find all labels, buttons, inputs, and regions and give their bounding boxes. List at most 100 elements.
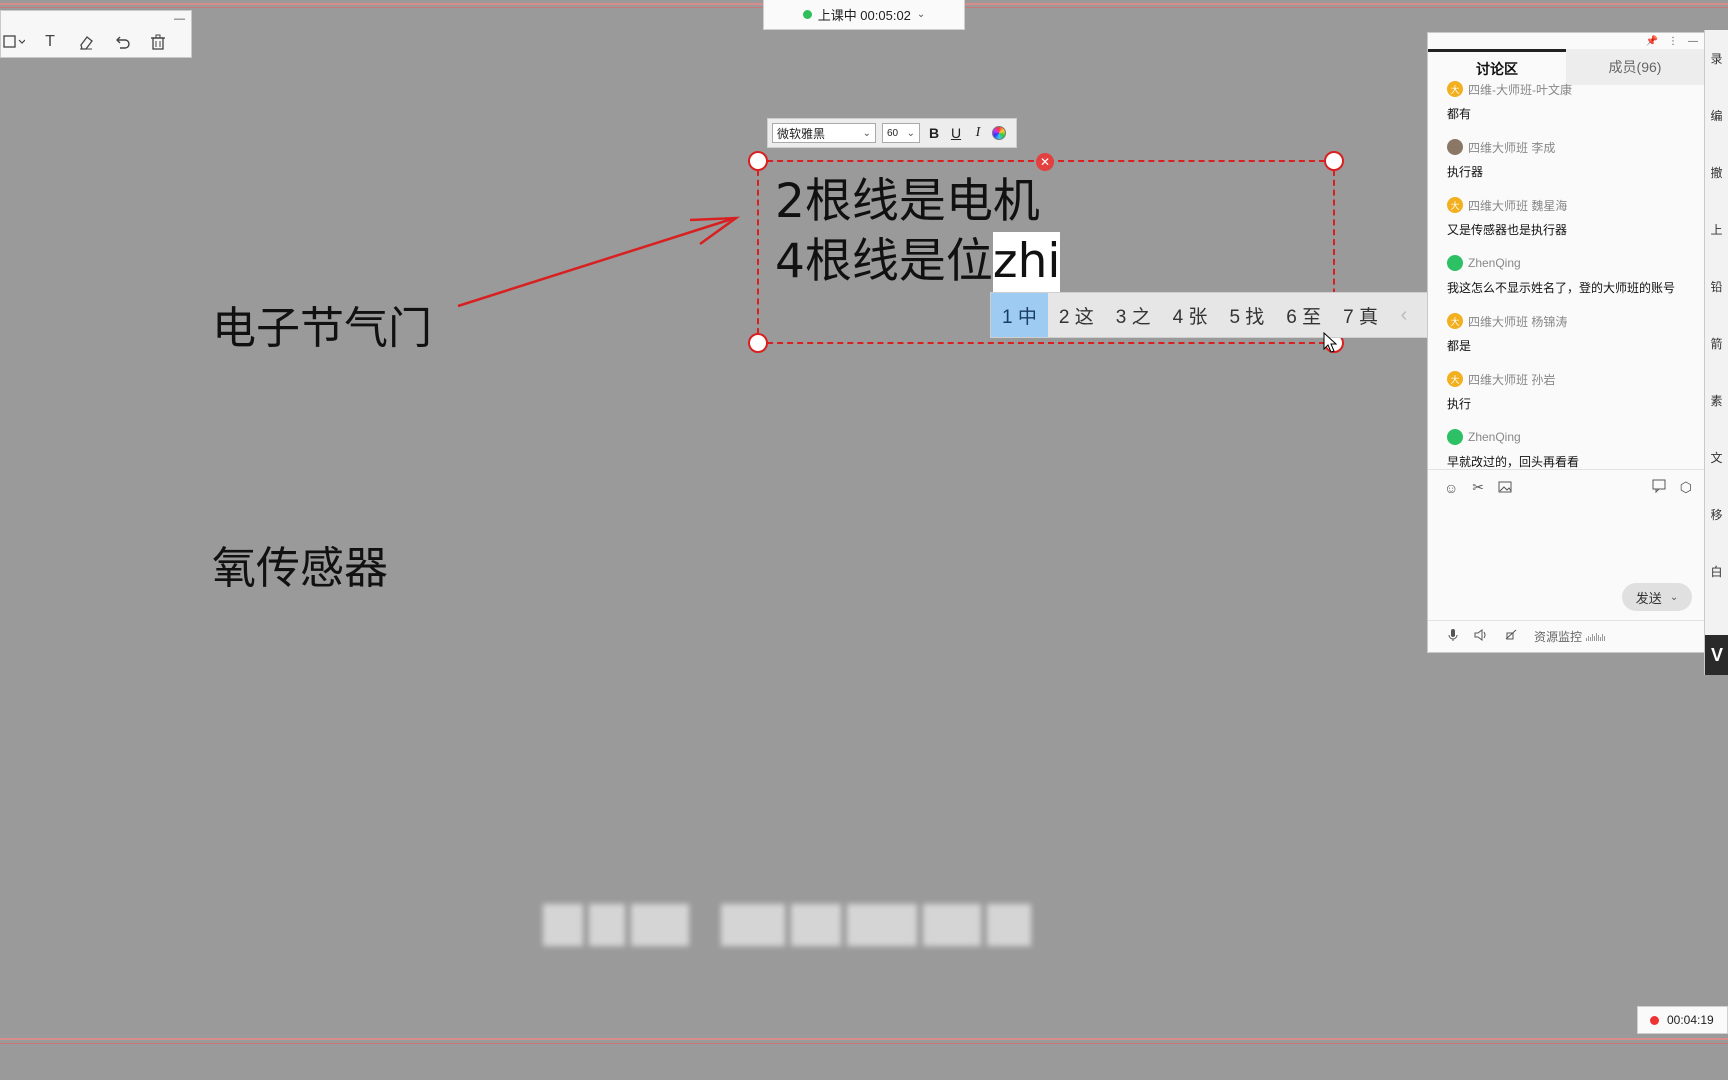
canvas-label-throttle: 电子节气门 <box>212 303 432 354</box>
chat-input-toolbar: ☺ ✂ ⬡ <box>1428 469 1704 505</box>
italic-button[interactable]: I <box>970 124 986 142</box>
side-tool-item[interactable]: 铅 <box>1705 258 1728 315</box>
chat-bubble-icon[interactable] <box>1652 479 1666 496</box>
font-family-select[interactable]: 微软雅黑 ⌄ <box>772 123 876 143</box>
side-tool-item[interactable]: 素 <box>1705 372 1728 429</box>
chat-username: 四维大师班 杨锦涛 <box>1468 314 1568 329</box>
resize-handle-top-right[interactable] <box>1324 151 1344 171</box>
tab-members[interactable]: 成员(96) <box>1566 49 1704 85</box>
class-status-label: 上课中 00:05:02 <box>817 8 911 23</box>
resource-monitor-text: 资源监控 <box>1534 630 1583 644</box>
screen-border-bottom <box>0 1038 1728 1040</box>
chat-message-header: 大四维大师班 杨锦涛 <box>1447 311 1704 331</box>
chat-message: ZhenQing 早就改过的，回头再看看 <box>1447 427 1704 469</box>
toolbar-minimize-button[interactable]: — <box>174 13 185 25</box>
chevron-down-icon: ⌄ <box>862 127 871 139</box>
text-tool-icon[interactable]: T <box>39 31 61 53</box>
chat-message-header: 大四维大师班 魏星海 <box>1447 195 1704 215</box>
font-size-value: 60 <box>887 127 899 139</box>
avatar[interactable] <box>1447 255 1463 271</box>
chat-message: 大四维-大师班-叶文康 都有 <box>1447 79 1704 122</box>
live-indicator-icon <box>802 10 812 19</box>
resize-handle-bottom-left[interactable] <box>748 333 768 353</box>
chat-panel: 📌 ⋮ — 讨论区 成员(96) 大四维-大师班-叶文康 都有 四维大师班 李成 执行… <box>1427 32 1705 653</box>
ime-candidate[interactable]: 4 张 <box>1162 293 1219 337</box>
side-tool-item[interactable]: 编 <box>1705 87 1728 144</box>
avatar[interactable]: 大 <box>1447 81 1463 97</box>
side-tool-item[interactable]: 文 <box>1705 429 1728 486</box>
settings-hex-icon[interactable]: ⬡ <box>1680 479 1692 496</box>
ime-candidate[interactable]: 1 中 <box>991 293 1048 337</box>
bold-button[interactable]: B <box>926 124 942 142</box>
chat-message-header: 大四维大师班 孙岩 <box>1447 369 1704 389</box>
chat-username: 四维大师班 魏星海 <box>1468 198 1568 213</box>
text-committed: 4根线是位 <box>775 234 993 289</box>
send-button[interactable]: 发送 ⌄ <box>1622 583 1692 611</box>
ime-candidate[interactable]: 7 真 <box>1332 293 1389 337</box>
camera-off-icon[interactable] <box>1504 629 1518 644</box>
chat-username: 四维大师班 孙岩 <box>1468 372 1556 387</box>
avatar[interactable]: 大 <box>1447 313 1463 329</box>
mouse-cursor-icon <box>1323 332 1338 353</box>
pin-icon[interactable]: 📌 <box>1646 36 1658 47</box>
chat-message-text: 都有 <box>1447 107 1472 121</box>
drawing-toolbar: — T <box>0 10 192 58</box>
recording-time: 00:04:19 <box>1667 1013 1714 1027</box>
chat-message-text: 早就改过的，回头再看看 <box>1447 455 1580 469</box>
chevron-down-icon: ⌄ <box>906 127 915 139</box>
recording-indicator-icon <box>1650 1015 1659 1025</box>
chat-message-text: 都是 <box>1447 339 1472 353</box>
ime-candidate[interactable]: 3 之 <box>1105 293 1162 337</box>
ime-candidate[interactable]: 6 至 <box>1275 293 1332 337</box>
font-size-select[interactable]: 60 ⌄ <box>882 123 920 143</box>
canvas-label-oxygen-sensor: 氧传感器 <box>212 543 388 594</box>
chat-message: 大四维大师班 孙岩执行 <box>1447 369 1704 412</box>
chat-message-list[interactable]: 大四维-大师班-叶文康 都有 四维大师班 李成 执行器大四维大师班 魏星海 又是传感器也… <box>1428 79 1704 469</box>
text-box-content[interactable]: 2根线是电机 4根线是位zhi <box>775 172 1061 293</box>
side-tool-item[interactable]: 录 <box>1705 30 1728 87</box>
chat-message-header: ZhenQing <box>1447 427 1704 447</box>
eraser-tool-icon[interactable] <box>75 31 97 53</box>
emoji-icon[interactable]: ☺ <box>1444 480 1458 496</box>
avatar[interactable]: 大 <box>1447 197 1463 213</box>
avatar[interactable] <box>1447 139 1463 155</box>
chat-message: 大四维大师班 杨锦涛都是 <box>1447 311 1704 354</box>
underline-button[interactable]: U <box>948 124 964 142</box>
side-tool-item[interactable]: 移 <box>1705 486 1728 543</box>
resize-handle-top-left[interactable] <box>748 151 768 171</box>
ime-candidate[interactable]: 2 这 <box>1048 293 1105 337</box>
side-tool-strip: 录编撤上铅箭素文移白V <box>1704 30 1728 675</box>
minimize-icon[interactable]: — <box>1688 36 1698 47</box>
scissors-icon[interactable]: ✂ <box>1472 479 1484 496</box>
chat-message-text: 执行 <box>1447 397 1472 411</box>
ime-prev-page-icon[interactable]: ‹ <box>1389 304 1419 327</box>
recording-timer[interactable]: 00:04:19 <box>1637 1006 1728 1034</box>
rectangle-tool-icon[interactable] <box>3 31 25 53</box>
chat-footer: 资源监控 <box>1428 620 1704 652</box>
delete-icon[interactable] <box>147 31 169 53</box>
chat-username: ZhenQing <box>1468 430 1521 444</box>
text-line-1: 2根线是电机 <box>775 174 1040 229</box>
side-tool-item[interactable]: 箭 <box>1705 315 1728 372</box>
side-tool-item[interactable]: 上 <box>1705 201 1728 258</box>
chevron-down-icon[interactable]: ⌄ <box>1670 592 1678 603</box>
close-icon[interactable]: ✕ <box>1036 153 1054 171</box>
more-menu-icon[interactable]: ⋮ <box>1668 36 1678 47</box>
undo-icon[interactable] <box>111 31 133 53</box>
chat-message-text: 执行器 <box>1447 165 1484 179</box>
annotation-arrow <box>457 216 741 308</box>
side-tool-item[interactable]: 撤 <box>1705 144 1728 201</box>
avatar[interactable] <box>1447 429 1463 445</box>
chat-message-text: 我这怎么不显示姓名了，登的大师班的账号 <box>1447 281 1676 295</box>
microphone-icon[interactable] <box>1448 628 1458 645</box>
screen-border-bottom-inner <box>0 1043 1728 1044</box>
ime-candidate[interactable]: 5 找 <box>1218 293 1275 337</box>
resource-monitor-label[interactable]: 资源监控 <box>1534 628 1606 645</box>
avatar[interactable]: 大 <box>1447 371 1463 387</box>
ime-composition-text: zhi <box>992 232 1061 293</box>
speaker-icon[interactable] <box>1474 629 1488 644</box>
class-status-pill[interactable]: 上课中 00:05:02 ⌄ <box>763 0 965 30</box>
image-icon[interactable] <box>1498 480 1512 496</box>
color-picker-icon[interactable] <box>992 126 1006 140</box>
side-tool-item[interactable]: 白 <box>1705 543 1728 600</box>
